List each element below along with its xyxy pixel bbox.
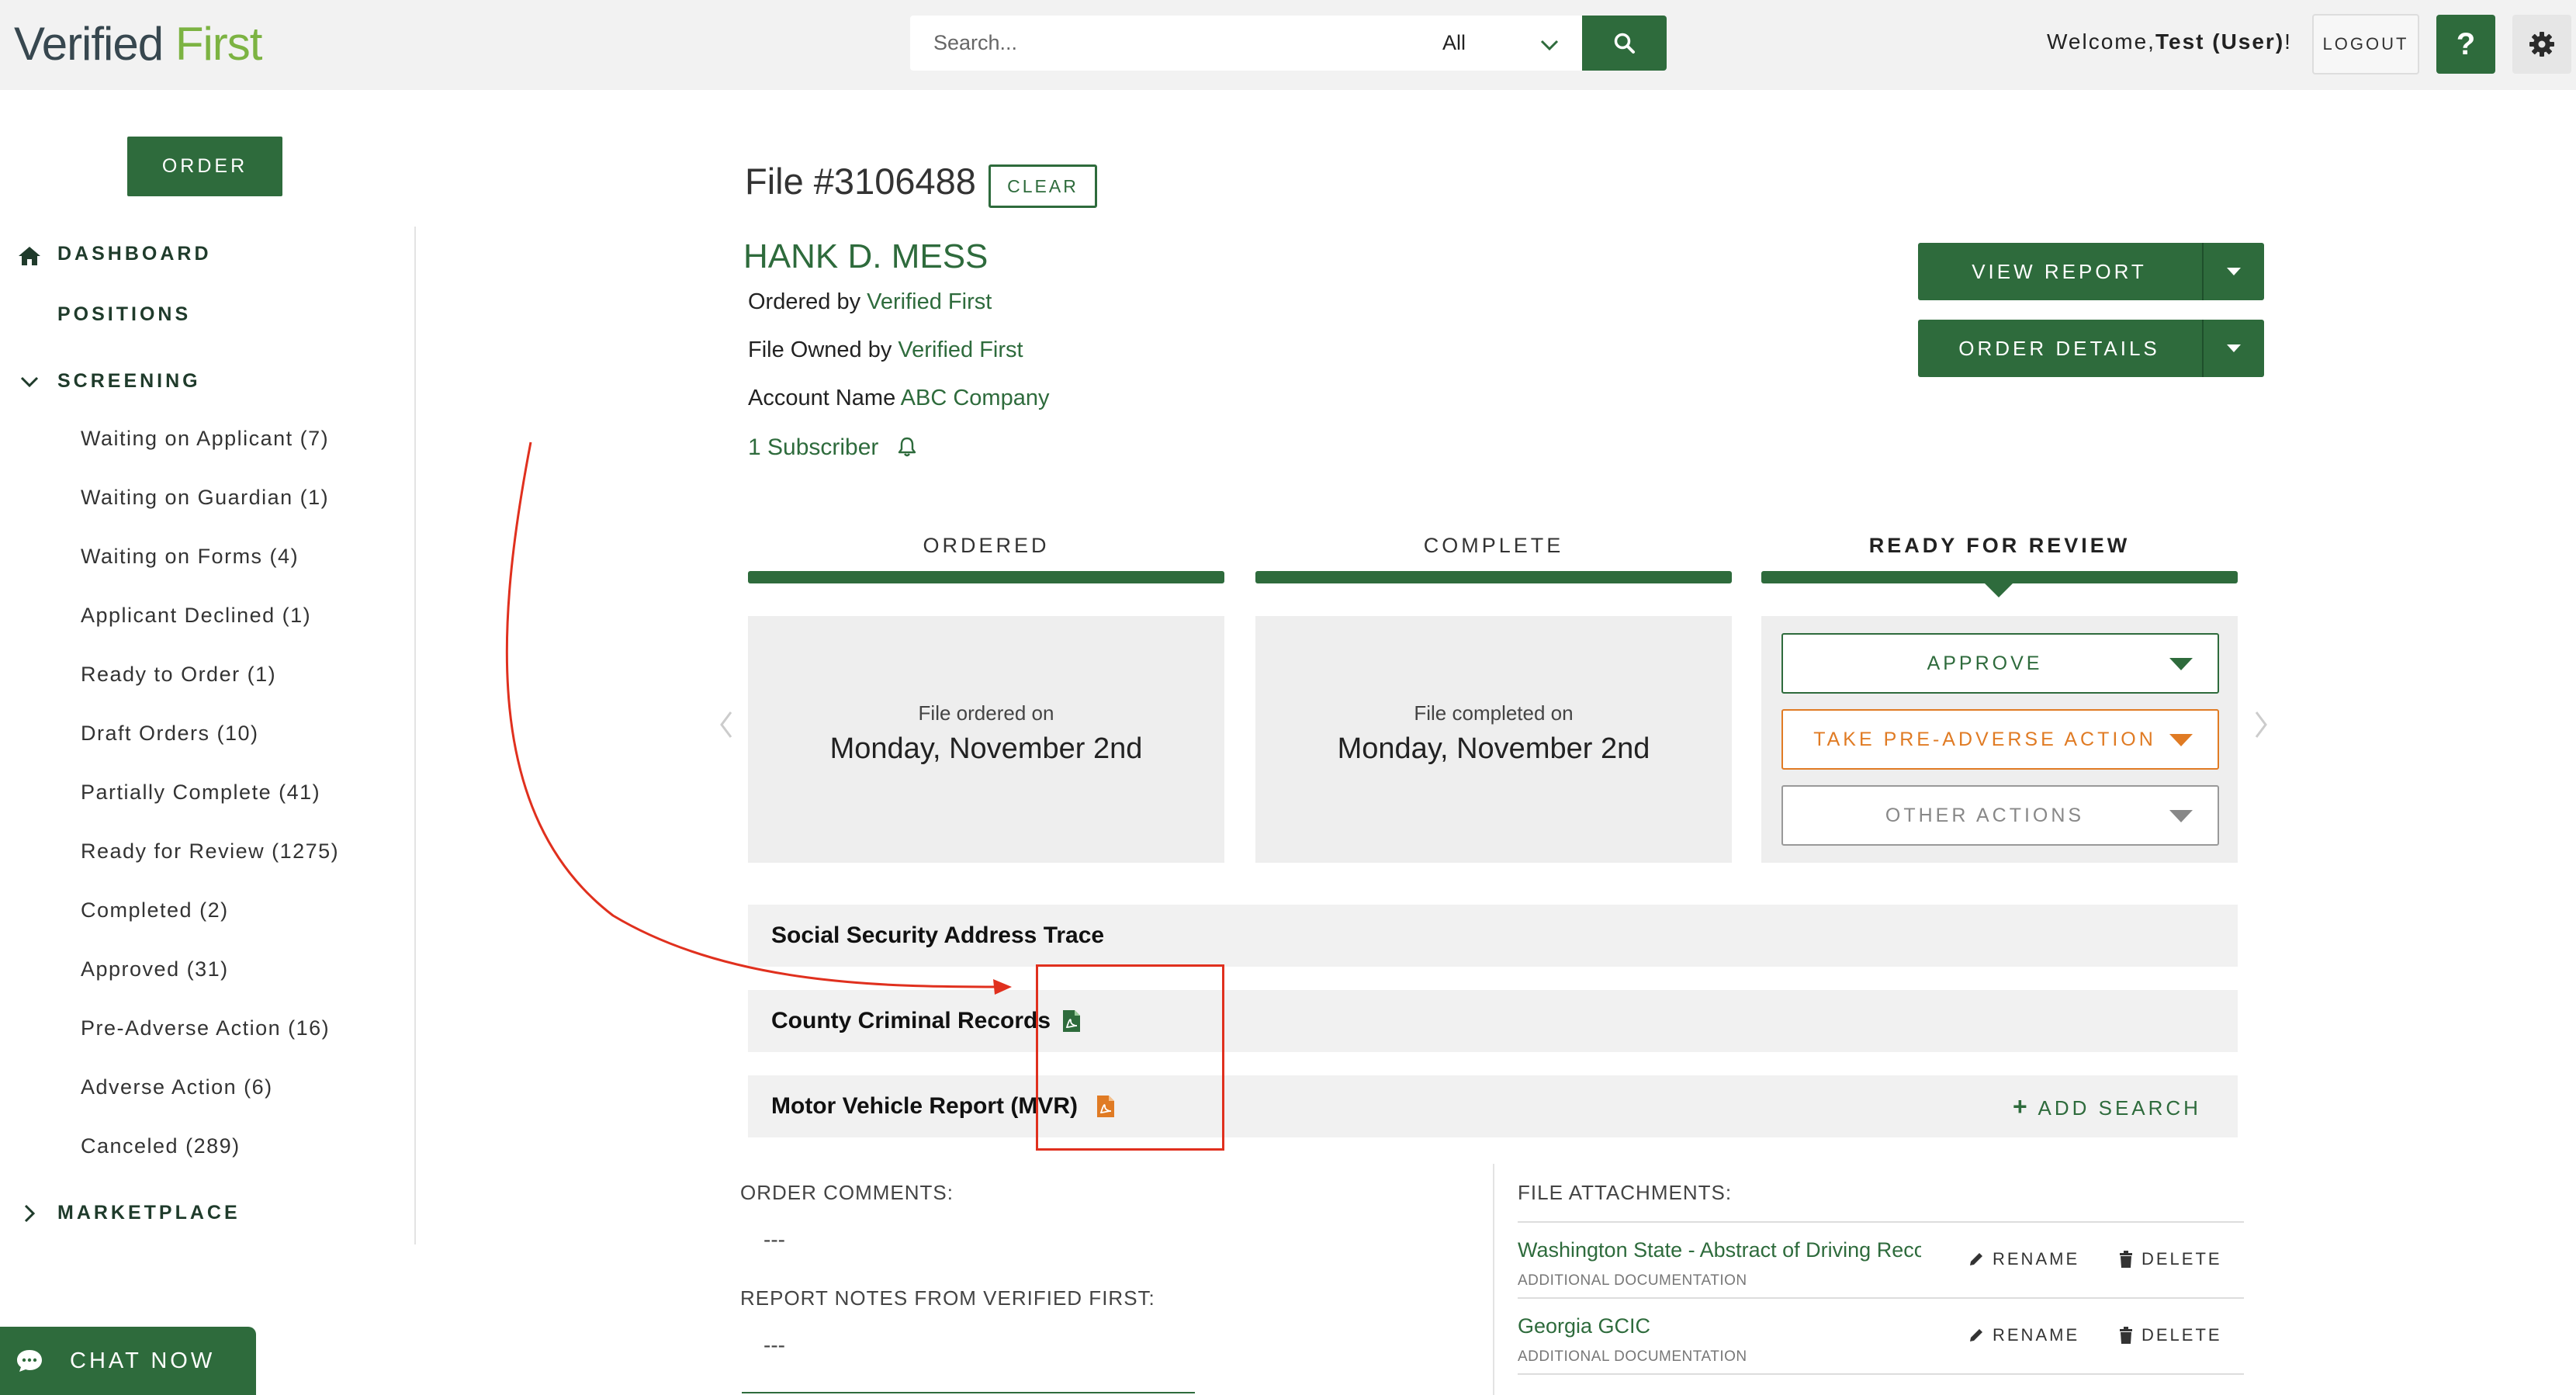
attachments-divider <box>1493 1164 1494 1395</box>
active-stage-pointer <box>1983 582 2014 597</box>
search-bar: All <box>910 16 1582 71</box>
page-title: File #3106488 <box>745 161 976 202</box>
stage-ordered-label: ORDERED <box>923 534 1050 557</box>
report-notes-value: --- <box>763 1333 785 1357</box>
caret-down-icon <box>2227 268 2241 275</box>
delete-button[interactable]: DELETE <box>2118 1249 2222 1269</box>
sidebar-item-waiting-on-forms[interactable]: Waiting on Forms (4) <box>81 545 299 569</box>
sidebar-item-adverse-action[interactable]: Adverse Action (6) <box>81 1075 273 1099</box>
search-name: Motor Vehicle Report (MVR) <box>771 1093 1079 1119</box>
search-row-county-criminal[interactable]: County Criminal Records <box>748 990 2238 1052</box>
sidebar-item-ready-for-review[interactable]: Ready for Review (1275) <box>81 839 339 864</box>
sidebar-item-completed[interactable]: Completed (2) <box>81 898 229 922</box>
completed-card: File completed on Monday, November 2nd <box>1255 616 1732 863</box>
search-input[interactable] <box>933 16 1368 71</box>
search-name: County Criminal Records <box>771 1008 1051 1033</box>
add-search-button[interactable]: + ADD SEARCH <box>2013 1092 2201 1121</box>
caret-down-icon <box>2227 344 2241 352</box>
attachment-link[interactable]: Georgia GCIC <box>1518 1314 1921 1338</box>
candidate-name: HANK D. MESS <box>743 237 989 275</box>
caret-down-icon <box>2169 658 2193 670</box>
stage-complete-bar <box>1255 571 1732 583</box>
settings-button[interactable] <box>2512 15 2571 74</box>
pencil-icon <box>1970 1329 1982 1341</box>
welcome-message: Welcome,Test (User)! <box>2047 29 2292 54</box>
order-comments-value: --- <box>763 1227 785 1251</box>
stage-ordered-bar <box>748 571 1224 583</box>
sidebar-item-canceled[interactable]: Canceled (289) <box>81 1134 241 1158</box>
logout-button[interactable]: LOGOUT <box>2312 14 2419 74</box>
ordered-card: File ordered on Monday, November 2nd <box>748 616 1224 863</box>
stage-complete-label: COMPLETE <box>1423 534 1564 557</box>
order-button[interactable]: ORDER <box>127 137 282 196</box>
annotation-highlight-box <box>1036 964 1224 1151</box>
plus-icon: + <box>2013 1092 2031 1120</box>
stage-review-label: READY FOR REVIEW <box>1868 534 2131 557</box>
chat-now-button[interactable]: CHAT NOW <box>0 1327 256 1395</box>
order-details-dropdown[interactable] <box>2204 320 2264 377</box>
chat-icon <box>17 1350 42 1372</box>
account-link[interactable]: ABC Company <box>901 386 1050 410</box>
sidebar-divider <box>414 227 416 1244</box>
chevron-right-icon[interactable] <box>17 1201 42 1226</box>
home-icon <box>19 247 40 265</box>
sidebar-item-applicant-declined[interactable]: Applicant Declined (1) <box>81 604 311 628</box>
caret-down-icon <box>2169 734 2193 746</box>
subscriber-link[interactable]: 1 Subscriber <box>748 434 878 461</box>
search-icon <box>1614 33 1635 54</box>
comments-divider <box>742 1392 1195 1393</box>
pre-adverse-action-button[interactable]: TAKE PRE-ADVERSE ACTION <box>1781 709 2219 770</box>
attachment-type: ADDITIONAL DOCUMENTATION <box>1518 1272 1747 1289</box>
verified-first-logo[interactable]: Verified First <box>14 17 262 71</box>
nav-dashboard[interactable]: DASHBOARD <box>57 243 212 265</box>
ordered-by: Ordered by Verified First <box>748 289 992 314</box>
report-notes-label: REPORT NOTES FROM VERIFIED FIRST: <box>740 1286 1155 1310</box>
sidebar-item-waiting-on-guardian[interactable]: Waiting on Guardian (1) <box>81 486 329 510</box>
top-bar: Verified First All Welcome,Test (User)! … <box>0 0 2576 90</box>
search-scope-select[interactable]: All <box>1442 16 1466 71</box>
sidebar-item-draft-orders[interactable]: Draft Orders (10) <box>81 722 259 746</box>
file-attachments-label: FILE ATTACHMENTS: <box>1518 1181 1733 1204</box>
pencil-icon <box>1970 1253 1982 1265</box>
delete-button[interactable]: DELETE <box>2118 1325 2222 1345</box>
trash-icon <box>2120 1327 2132 1344</box>
carousel-next-icon[interactable] <box>2250 708 2272 742</box>
search-name: Social Security Address Trace <box>771 922 1105 948</box>
chevron-down-icon[interactable] <box>1540 36 1559 54</box>
help-button[interactable]: ? <box>2436 15 2495 74</box>
file-owned-by: File Owned by Verified First <box>748 338 1023 362</box>
bell-icon[interactable] <box>895 435 919 459</box>
account-name: Account Name ABC Company <box>748 386 1050 410</box>
chevron-down-icon[interactable] <box>17 369 42 394</box>
trash-icon <box>2120 1251 2132 1268</box>
sidebar-item-ready-to-order[interactable]: Ready to Order (1) <box>81 663 276 687</box>
order-comments-label: ORDER COMMENTS: <box>740 1181 954 1204</box>
rename-button[interactable]: RENAME <box>1968 1325 2079 1345</box>
clear-button[interactable]: CLEAR <box>989 164 1097 208</box>
sidebar-item-waiting-on-applicant[interactable]: Waiting on Applicant (7) <box>81 427 329 451</box>
approve-button[interactable]: APPROVE <box>1781 633 2219 694</box>
attachment-link[interactable]: Washington State - Abstract of Driving R… <box>1518 1238 1921 1262</box>
nav-positions[interactable]: POSITIONS <box>57 303 191 326</box>
nav-marketplace[interactable]: MARKETPLACE <box>57 1202 241 1224</box>
nav-screening[interactable]: SCREENING <box>57 370 201 393</box>
sidebar-item-pre-adverse-action[interactable]: Pre-Adverse Action (16) <box>81 1016 330 1040</box>
carousel-prev-icon[interactable] <box>715 708 737 742</box>
rename-button[interactable]: RENAME <box>1968 1249 2079 1269</box>
gear-icon <box>2529 32 2554 57</box>
view-report-dropdown[interactable] <box>2204 243 2264 300</box>
search-button[interactable] <box>1582 16 1667 71</box>
attachment-type: ADDITIONAL DOCUMENTATION <box>1518 1348 1747 1365</box>
order-details-button[interactable]: ORDER DETAILS <box>1918 320 2264 377</box>
sidebar-item-approved[interactable]: Approved (31) <box>81 957 229 981</box>
other-actions-button[interactable]: OTHER ACTIONS <box>1781 785 2219 846</box>
caret-down-icon <box>2169 810 2193 822</box>
search-row-ssn-trace[interactable]: Social Security Address Trace <box>748 905 2238 967</box>
view-report-button[interactable]: VIEW REPORT <box>1918 243 2264 300</box>
owned-by-link[interactable]: Verified First <box>898 338 1023 362</box>
ordered-by-link[interactable]: Verified First <box>867 289 992 314</box>
sidebar-item-partially-complete[interactable]: Partially Complete (41) <box>81 781 320 805</box>
